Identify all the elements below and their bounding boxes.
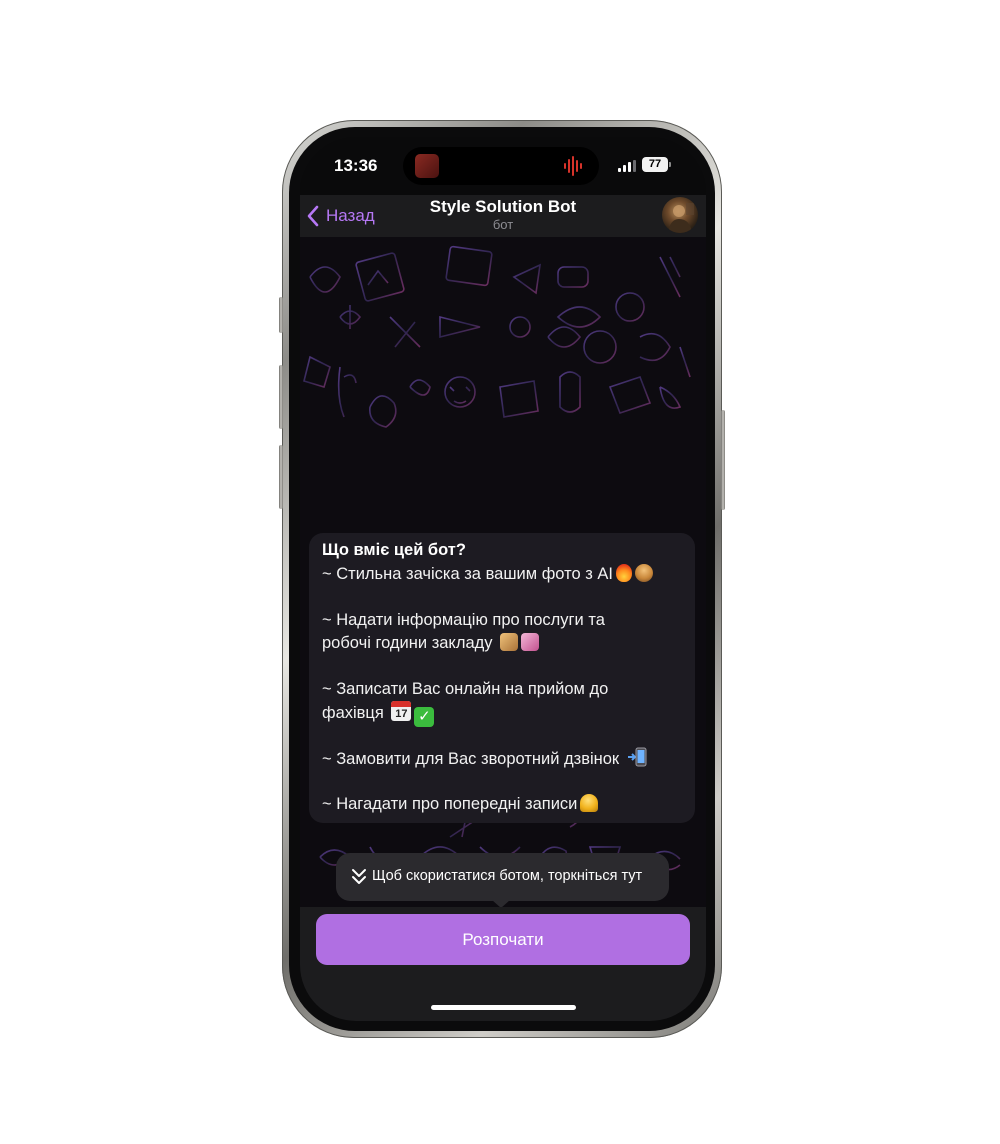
avatar-photo-icon xyxy=(668,203,694,233)
audio-waveform-icon xyxy=(564,156,582,176)
action-button xyxy=(279,297,283,333)
status-time: 13:36 xyxy=(334,156,378,175)
message-line: ~ Стильна зачіска за вашим фото з AI xyxy=(322,563,653,585)
barber-emoji-icon xyxy=(500,633,519,651)
chat-background: Що вміє цей бот? ~ Стильна зачіска за ва… xyxy=(300,237,706,907)
battery-tip xyxy=(669,162,671,167)
start-button[interactable]: Розпочати xyxy=(316,914,690,965)
double-chevron-down-icon xyxy=(352,869,366,884)
start-hint-tooltip[interactable]: Щоб скористатися ботом, торкніться тут xyxy=(336,853,669,901)
volume-up-button xyxy=(279,365,283,429)
person-emoji-icon xyxy=(634,564,653,582)
volume-down-button xyxy=(279,445,283,509)
message-line: робочі години закладу xyxy=(322,632,540,654)
message-line: фахівця 17 ✓ xyxy=(322,701,435,727)
message-title: Що вміє цей бот? xyxy=(322,541,466,559)
cellular-signal-icon xyxy=(618,160,636,172)
chat-header: Назад Style Solution Bot бот xyxy=(300,195,706,237)
phone-arrow-emoji-icon xyxy=(627,747,647,767)
bot-description-message: Що вміє цей бот? ~ Стильна зачіска за ва… xyxy=(309,533,695,823)
check-mark-emoji-icon: ✓ xyxy=(414,707,435,727)
message-line: ~ Записати Вас онлайн на прийом до xyxy=(322,680,609,698)
fire-emoji-icon xyxy=(615,564,632,582)
status-bar: 13:36 77 xyxy=(300,137,706,195)
dynamic-island[interactable] xyxy=(403,147,599,185)
bell-emoji-icon xyxy=(580,794,599,812)
tooltip-text: Щоб скористатися ботом, торкніться тут xyxy=(372,868,643,884)
bottom-panel: Розпочати xyxy=(300,907,706,1021)
chat-subtitle: бот xyxy=(492,217,514,232)
phone-screen: 13:36 77 Назад Style Solution Bot бот Що… xyxy=(300,137,706,1021)
power-button xyxy=(721,410,725,510)
message-line: ~ Нагадати про попередні записи xyxy=(322,793,599,815)
message-line: ~ Надати інформацію про послуги та xyxy=(322,611,605,629)
calendar-emoji-icon: 17 xyxy=(391,701,412,721)
media-thumbnail-icon xyxy=(415,154,439,178)
message-line: ~ Замовити для Вас зворотний дзвінок xyxy=(322,747,647,770)
tooltip-pointer xyxy=(492,900,510,907)
nail-polish-emoji-icon xyxy=(521,633,540,651)
bot-avatar[interactable] xyxy=(662,197,698,233)
chat-title[interactable]: Style Solution Bot xyxy=(300,197,706,217)
battery-icon: 77 xyxy=(642,157,668,172)
home-indicator[interactable] xyxy=(431,1005,576,1010)
